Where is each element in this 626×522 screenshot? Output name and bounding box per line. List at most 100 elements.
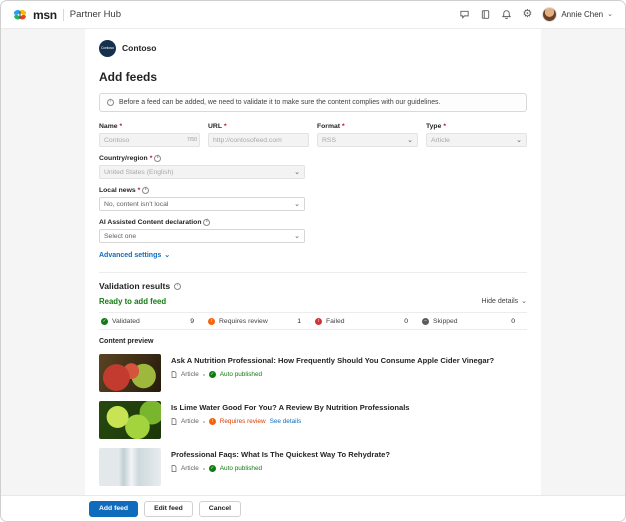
chevron-down-icon <box>521 298 527 305</box>
notifications-icon[interactable] <box>501 9 512 20</box>
validation-results-title: Validation results <box>99 281 170 291</box>
ai-declaration-field-group: AI Assisted Content declaration Select o… <box>99 219 305 243</box>
stat-count: 0 <box>511 318 515 325</box>
stat-count: 1 <box>297 318 301 325</box>
brand-area: msn Partner Hub <box>13 8 121 22</box>
validation-status: Ready to add feed <box>99 297 166 306</box>
top-bar-actions: ⚙ Annie Chen <box>459 7 613 22</box>
preview-item: Professional Faqs: What Is The Quickest … <box>99 448 527 486</box>
feedback-icon[interactable] <box>459 9 470 20</box>
url-input[interactable] <box>208 133 309 147</box>
dot-separator-icon <box>203 374 205 376</box>
preview-item: Ask A Nutrition Professional: How Freque… <box>99 354 527 392</box>
check-circle-icon <box>209 465 216 472</box>
product-name: Partner Hub <box>70 9 121 20</box>
country-label: Country/region * <box>99 155 305 162</box>
info-icon[interactable] <box>154 155 161 162</box>
chevron-down-icon <box>164 252 170 259</box>
article-thumbnail <box>99 401 161 439</box>
type-field-group: Type * Article <box>426 123 527 147</box>
format-field-group: Format * RSS <box>317 123 418 147</box>
chevron-down-icon <box>294 169 300 176</box>
add-feeds-panel: Contoso Contoso Add feeds Before a feed … <box>85 29 541 522</box>
required-marker: * <box>150 155 153 162</box>
content-preview-title: Content preview <box>99 338 527 345</box>
stat-count: 0 <box>404 318 408 325</box>
stat-skipped: Skipped 0 <box>420 318 527 325</box>
article-thumbnail <box>99 448 161 486</box>
url-label: URL * <box>208 123 309 130</box>
validation-info-banner: Before a feed can be added, we need to v… <box>99 93 527 112</box>
chevron-down-icon <box>607 11 613 18</box>
article-title: Is Lime Water Good For You? A Review By … <box>171 403 410 412</box>
add-feed-button[interactable]: Add feed <box>89 501 138 517</box>
type-dropdown[interactable]: Article <box>426 133 527 147</box>
org-selector[interactable]: Contoso Contoso <box>99 39 527 57</box>
info-icon[interactable] <box>142 187 149 194</box>
error-circle-icon <box>315 318 322 325</box>
required-marker: * <box>224 123 227 130</box>
article-icon <box>171 465 177 472</box>
required-marker: * <box>120 123 123 130</box>
type-label: Type * <box>426 123 527 130</box>
country-field-group: Country/region * United States (English) <box>99 155 305 179</box>
dot-separator-icon <box>203 468 205 470</box>
ai-declaration-dropdown[interactable]: Select one <box>99 229 305 243</box>
local-news-label: Local news * <box>99 187 305 194</box>
advanced-settings-link[interactable]: Advanced settings <box>99 252 170 259</box>
article-title: Professional Faqs: What Is The Quickest … <box>171 450 390 459</box>
article-status: Auto published <box>220 371 262 378</box>
hide-details-toggle[interactable]: Hide details <box>482 298 527 305</box>
section-divider <box>99 272 527 273</box>
partner-hub-window: msn Partner Hub ⚙ Annie Chen <box>0 0 626 522</box>
check-circle-icon <box>209 371 216 378</box>
brand-divider <box>63 9 64 21</box>
feed-form: Name * 7/50 URL * <box>99 123 527 262</box>
edit-feed-button[interactable]: Edit feed <box>144 501 193 517</box>
action-bar: Add feed Edit feed Cancel <box>1 495 625 521</box>
chevron-down-icon <box>516 137 522 144</box>
stat-count: 9 <box>190 318 194 325</box>
local-news-dropdown[interactable]: No, content isn't local <box>99 197 305 211</box>
directory-icon[interactable] <box>480 9 491 20</box>
top-bar: msn Partner Hub ⚙ Annie Chen <box>1 1 625 29</box>
dot-separator-icon <box>203 421 205 423</box>
article-title: Ask A Nutrition Professional: How Freque… <box>171 356 494 365</box>
user-menu[interactable]: Annie Chen <box>542 7 613 22</box>
user-name: Annie Chen <box>561 10 603 19</box>
required-marker: * <box>342 123 345 130</box>
required-marker: * <box>443 123 446 130</box>
article-icon <box>171 371 177 378</box>
name-input[interactable] <box>99 133 200 147</box>
info-icon[interactable] <box>174 283 181 290</box>
msn-logo-icon <box>13 9 27 21</box>
user-avatar <box>542 7 557 22</box>
chevron-down-icon <box>407 137 413 144</box>
info-icon[interactable] <box>203 219 210 226</box>
banner-text: Before a feed can be added, we need to v… <box>119 99 440 106</box>
char-counter: 7/50 <box>187 137 197 143</box>
validation-results-header: Validation results <box>99 281 527 291</box>
settings-icon[interactable]: ⚙ <box>522 9 532 20</box>
url-field-group: URL * <box>208 123 309 147</box>
required-marker: * <box>138 187 141 194</box>
format-dropdown[interactable]: RSS <box>317 133 418 147</box>
warning-circle-icon <box>208 318 215 325</box>
preview-item: Is Lime Water Good For You? A Review By … <box>99 401 527 439</box>
cancel-button[interactable]: Cancel <box>199 501 241 517</box>
stat-failed: Failed 0 <box>313 318 420 325</box>
format-label: Format * <box>317 123 418 130</box>
page-title: Add feeds <box>99 70 527 84</box>
main-area: Contoso Contoso Add feeds Before a feed … <box>1 29 625 522</box>
brand-name: msn <box>33 8 57 22</box>
country-dropdown[interactable]: United States (English) <box>99 165 305 179</box>
stat-requires-review: Requires review 1 <box>206 318 313 325</box>
name-label: Name * <box>99 123 200 130</box>
check-circle-icon <box>101 318 108 325</box>
article-thumbnail <box>99 354 161 392</box>
article-status: Auto published <box>220 465 262 472</box>
validation-status-row: Ready to add feed Hide details <box>99 297 527 306</box>
see-details-link[interactable]: See details <box>270 418 302 425</box>
chevron-down-icon <box>294 201 300 208</box>
org-avatar: Contoso <box>99 40 116 57</box>
